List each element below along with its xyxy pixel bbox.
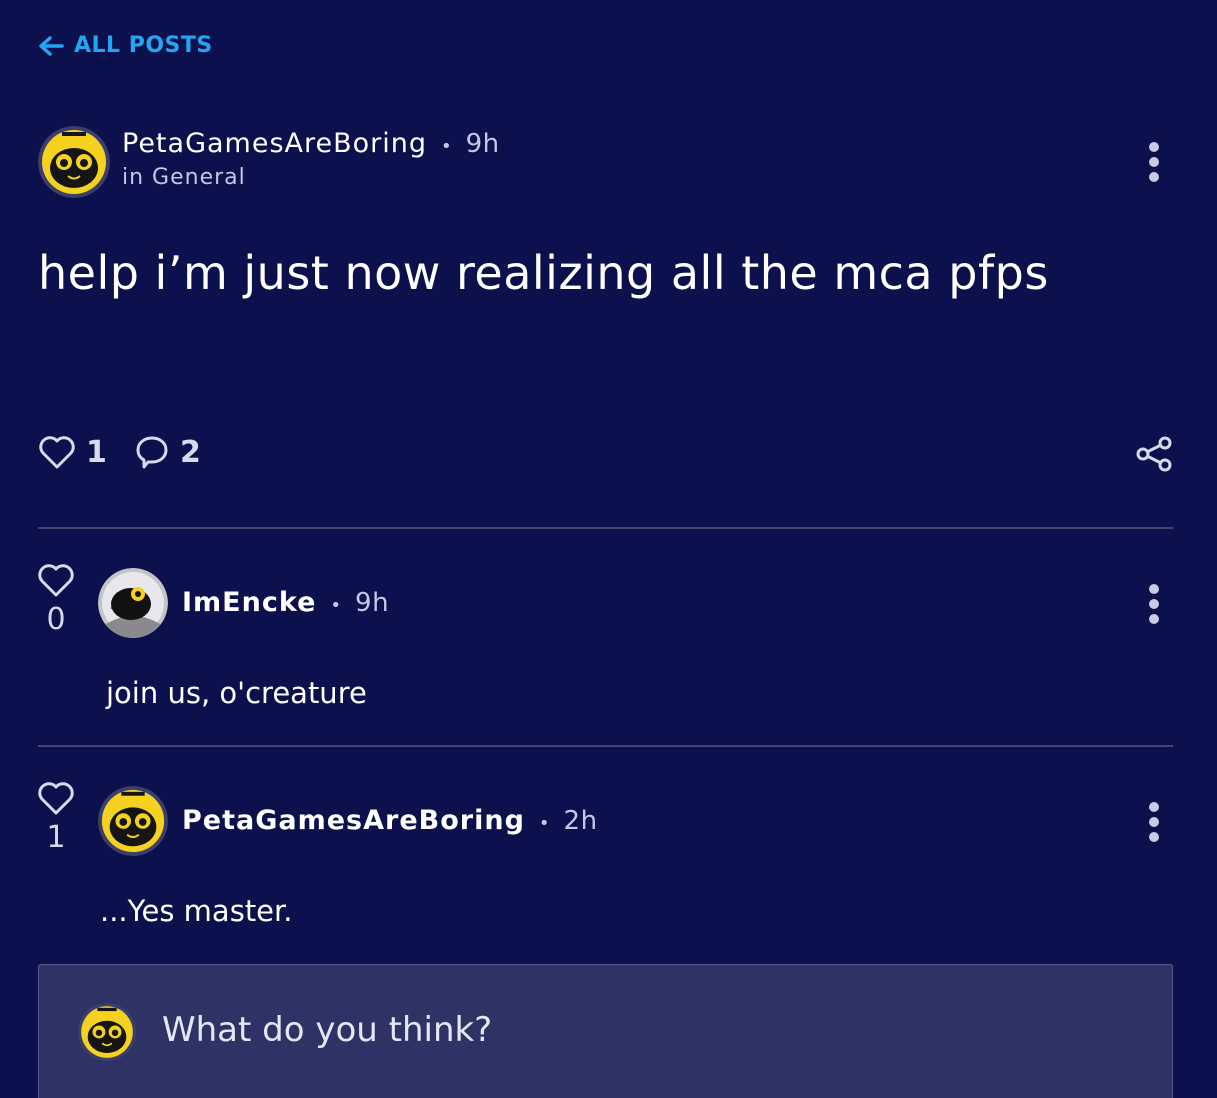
comment-author-name[interactable]: PetaGamesAreBoring — [182, 805, 525, 836]
divider — [38, 527, 1173, 529]
kebab-dot-icon — [1149, 142, 1159, 152]
comment-meta: PetaGamesAreBoring • 2h — [182, 805, 598, 836]
post-author-avatar[interactable] — [38, 126, 110, 198]
kebab-dot-icon — [1149, 817, 1159, 827]
comment-like-button[interactable]: 0 — [36, 562, 76, 637]
meta-separator: • — [538, 813, 550, 834]
post-author-name[interactable]: PetaGamesAreBoring — [122, 128, 427, 159]
divider — [38, 745, 1173, 747]
kebab-dot-icon — [1149, 157, 1159, 167]
cat-avatar-icon — [98, 786, 168, 856]
comment-time: 2h — [563, 806, 598, 836]
heart-icon — [39, 436, 75, 469]
kebab-dot-icon — [1149, 172, 1159, 182]
post-comments-button[interactable]: 2 — [134, 434, 201, 470]
comment-time: 9h — [355, 588, 390, 618]
kebab-dot-icon — [1149, 599, 1159, 609]
comment-more-options-button[interactable] — [1144, 584, 1164, 624]
comment-text: join us, o'creature — [106, 676, 367, 710]
comment-more-options-button[interactable] — [1144, 802, 1164, 842]
post-category[interactable]: in General — [122, 165, 246, 190]
post-page: ALL POSTS PetaGamesAreBoring • 9h in Gen… — [0, 0, 1217, 1098]
comment-like-count: 0 — [46, 602, 66, 637]
post-more-options-button[interactable] — [1144, 142, 1164, 182]
meta-separator: • — [441, 136, 452, 157]
kebab-dot-icon — [1149, 832, 1159, 842]
cat-avatar-icon — [38, 126, 110, 198]
post-comment-count: 2 — [180, 434, 201, 470]
heart-icon — [38, 782, 74, 815]
reply-placeholder[interactable]: What do you think? — [162, 1010, 492, 1050]
post-time: 9h — [465, 129, 500, 159]
post-title: help i’m just now realizing all the mca … — [38, 246, 1049, 300]
share-button[interactable] — [1135, 436, 1173, 476]
kebab-dot-icon — [1149, 614, 1159, 624]
meta-separator: • — [330, 595, 342, 616]
kebab-dot-icon — [1149, 584, 1159, 594]
arrow-left-icon — [39, 35, 64, 56]
cat-avatar-icon — [78, 1003, 136, 1061]
share-icon — [1136, 436, 1172, 472]
kebab-dot-icon — [1149, 802, 1159, 812]
comment-like-button[interactable]: 1 — [36, 780, 76, 855]
all-posts-label: ALL POSTS — [74, 33, 213, 58]
comment-author-name[interactable]: ImEncke — [182, 587, 316, 618]
comment-meta: ImEncke • 9h — [182, 587, 389, 618]
comment-author-avatar[interactable] — [98, 568, 168, 638]
comment-like-count: 1 — [46, 820, 66, 855]
comment-author-avatar[interactable] — [98, 786, 168, 856]
post-like-button[interactable]: 1 — [38, 434, 107, 470]
comment-text: ...Yes master. — [100, 894, 293, 928]
current-user-avatar — [78, 1003, 136, 1061]
all-posts-link[interactable]: ALL POSTS — [38, 33, 213, 58]
bird-avatar-icon — [98, 568, 168, 638]
post-like-count: 1 — [86, 434, 107, 470]
heart-icon — [38, 564, 74, 597]
post-meta: PetaGamesAreBoring • 9h — [122, 128, 500, 159]
comment-bubble-icon — [136, 436, 168, 469]
